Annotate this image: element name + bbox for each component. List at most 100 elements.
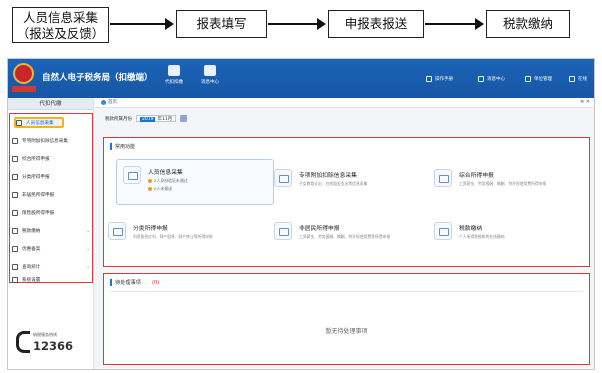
link-label: 单位管理 — [534, 77, 552, 82]
link-message-center[interactable]: 消息中心 — [478, 76, 505, 82]
sidebar-item-comprehensive-income[interactable]: 综合所得申报 — [12, 153, 92, 165]
calendar-icon[interactable] — [180, 115, 188, 122]
sidebar-item-classified-income[interactable]: 分类所得申报 — [12, 171, 92, 183]
id-card-icon — [123, 166, 141, 184]
sidebar-item-nonresident-income[interactable]: 非居民所得申报 — [12, 189, 92, 201]
card-title: 分类所得申报 — [133, 226, 168, 232]
sidebar-item-restricted-stock[interactable]: 限售股所得申报 — [12, 207, 92, 219]
form-icon — [12, 138, 18, 144]
panel-title-text: 常用功能 — [115, 144, 136, 150]
toolbar-button-withhold[interactable]: 代扣扣缴 — [158, 65, 190, 85]
card-title: 非居民所得申报 — [299, 226, 340, 232]
toolbar-button-messages[interactable]: 消息中心 — [194, 65, 226, 85]
card-title: 人员信息采集 — [148, 170, 183, 176]
warning-dot-icon — [148, 187, 152, 191]
card-status-text: 0人未报送 — [154, 186, 173, 191]
sidebar-item-system-settings[interactable]: 系统设置 — [12, 274, 92, 286]
todo-count: (0) — [151, 279, 160, 286]
sidebar-item-label: 非居民所得申报 — [22, 193, 55, 198]
card-comprehensive-income[interactable]: 综合所得申报 工资薪金、劳务报酬、稿酬、特许权使用费所得申报 — [434, 169, 546, 187]
sidebar-item-label: 查询统计 — [22, 265, 41, 270]
toolbar-label: 消息中心 — [201, 80, 219, 85]
sidebar-header: 代扣代缴 — [8, 98, 93, 110]
gift-icon — [12, 246, 18, 252]
period-month: 年11月 — [157, 117, 173, 122]
card-tax-payment[interactable]: 税款缴纳 个人所得税税款的在线缴纳 — [434, 222, 505, 240]
card-special-deduction[interactable]: 专项附加扣除信息采集 子女教育支出、住房租金支出等信息采集 — [274, 169, 367, 187]
todo-empty-message: 暂无待处理事项 — [325, 328, 368, 335]
hotline-number: 12366 — [33, 339, 74, 353]
sidebar-item-label: 限售股所得申报 — [22, 211, 55, 216]
person-icon — [12, 192, 18, 198]
sidebar-item-personnel-info[interactable]: 人员信息采集 — [14, 117, 64, 128]
period-input[interactable]: 2019 年11月 — [136, 115, 177, 122]
home-icon — [101, 99, 106, 105]
todo-panel: 待处理事项 (0) 暂无待处理事项 — [103, 273, 590, 365]
report-icon — [12, 156, 18, 162]
tab-controls[interactable]: ≡ × — [580, 99, 590, 105]
manual-icon — [426, 76, 432, 82]
top-bar: 自然人电子税务局（扣缴端） 代扣扣缴 消息中心 操作手册 消息中心 单位管理 在… — [8, 59, 594, 98]
search-icon — [12, 264, 18, 270]
flow-arrow — [268, 18, 326, 30]
tab-bar: 首页 ≡ × — [95, 98, 594, 108]
tax-period-selector: 税款所属月份 2019 年11月 — [105, 115, 188, 122]
card-status-text: 2人身份验证未通过 — [154, 178, 188, 183]
card-nonresident-income[interactable]: 非居民所得申报 工资薪金、劳务报酬、稿酬、特许权使用费等所得申报 — [274, 222, 390, 240]
stock-icon — [12, 210, 18, 216]
sidebar-item-tax-payment[interactable]: 税款缴纳 ⌄ — [12, 225, 92, 237]
tab-home[interactable]: 首页 — [101, 99, 117, 105]
link-manual[interactable]: 操作手册 — [426, 76, 453, 82]
card-status-line: 0人未报送 — [148, 186, 188, 192]
sidebar-item-label: 人员信息采集 — [26, 120, 54, 126]
hotline-mark-icon — [16, 331, 30, 353]
sidebar-item-preferential-filing[interactable]: 优惠备案 ⌄ — [12, 243, 92, 255]
message-icon — [478, 76, 484, 82]
sidebar-item-label: 综合所得申报 — [22, 157, 50, 162]
user-icon — [16, 119, 22, 126]
main-content: 首页 ≡ × 税款所属月份 2019 年11月 常用功能 人员信息采集 2人身份验… — [95, 98, 594, 369]
flow-step-pay: 税款缴纳 — [486, 10, 570, 38]
gear-icon — [12, 277, 18, 283]
flow-arrow — [110, 18, 174, 30]
tax-icon — [12, 228, 18, 234]
chevron-down-icon: ⌄ — [86, 246, 90, 252]
title-bar-icon — [110, 143, 112, 150]
todo-title-text: 待处理事项 — [115, 280, 141, 286]
divider — [110, 291, 583, 292]
pie-icon — [12, 174, 18, 180]
card-classified-income[interactable]: 分类所得申报 利息股息红利、财产租赁、财产转让等所得申报 — [108, 222, 213, 240]
card-desc: 个人所得税税款的在线缴纳 — [459, 234, 505, 239]
sidebar-item-label: 专项附加扣除信息采集 — [22, 139, 68, 144]
card-title: 综合所得申报 — [459, 173, 494, 179]
common-functions-panel: 常用功能 人员信息采集 2人身份验证未通过 0人未报送 专项附加扣除信息采集 子… — [103, 137, 590, 267]
card-desc: 子女教育支出、住房租金支出等信息采集 — [299, 181, 368, 186]
warning-dot-icon — [148, 179, 152, 183]
emblem-ribbon-icon — [12, 86, 36, 92]
app-window: 自然人电子税务局（扣缴端） 代扣扣缴 消息中心 操作手册 消息中心 单位管理 在… — [7, 58, 595, 370]
flow-step-sublabel: （报送及反馈） — [16, 25, 105, 41]
sidebar-item-query-statistics[interactable]: 查询统计 ⌄ — [12, 261, 92, 273]
card-desc: 利息股息红利、财产租赁、财产转让等所得申报 — [133, 234, 213, 239]
panel-title: 常用功能 — [110, 143, 135, 150]
card-title: 专项附加扣除信息采集 — [299, 173, 357, 179]
flow-step-label: 税款缴纳 — [502, 16, 553, 32]
flow-step-label: 申报表报送 — [344, 16, 408, 32]
sidebar-item-label: 优惠备案 — [22, 247, 41, 252]
flow-step-collect: 人员信息采集 （报送及反馈） — [12, 7, 109, 43]
excel-icon — [204, 65, 216, 76]
link-label: 在线 — [578, 77, 587, 82]
toolbar-label: 代扣扣缴 — [165, 80, 183, 85]
chevron-down-icon: ⌄ — [86, 228, 90, 234]
sidebar-item-special-deduction[interactable]: 专项附加扣除信息采集 — [12, 135, 92, 147]
card-personnel-info[interactable]: 人员信息采集 2人身份验证未通过 0人未报送 — [116, 159, 274, 205]
period-label: 税款所属月份 — [105, 116, 132, 122]
link-label: 操作手册 — [435, 77, 453, 82]
sidebar-item-label: 系统设置 — [22, 278, 41, 283]
link-org-management[interactable]: 单位管理 — [525, 76, 552, 82]
title-bar-icon — [110, 279, 112, 286]
card-status-line: 2人身份验证未通过 — [148, 178, 188, 184]
hotline-logo: 纳税服务热线 12366 — [16, 329, 86, 357]
link-online[interactable]: 在线 — [569, 76, 587, 82]
link-label: 消息中心 — [487, 77, 505, 82]
